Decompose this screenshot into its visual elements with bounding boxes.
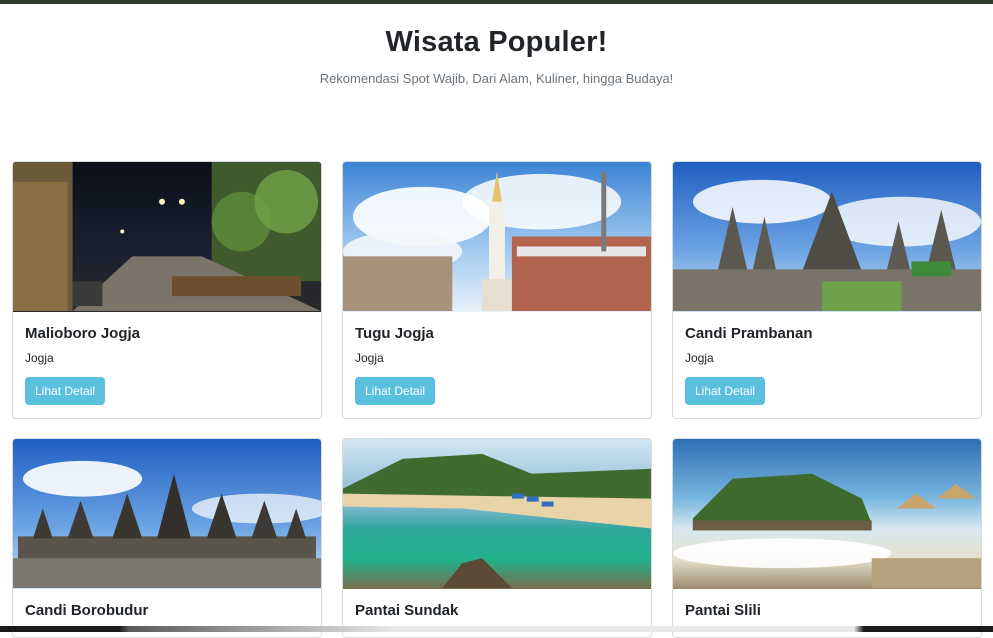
destination-card-slili: Pantai Slili [672, 438, 982, 638]
card-location: Jogja [25, 351, 309, 365]
card-location: Jogja [355, 351, 639, 365]
destination-card-tugu: Tugu Jogja Jogja Lihat Detail [342, 161, 652, 419]
card-image-slili [673, 439, 981, 589]
destination-card-malioboro: Malioboro Jogja Jogja Lihat Detail [12, 161, 322, 419]
card-image-tugu [343, 162, 651, 312]
bottom-edge-strip [0, 626, 993, 632]
top-accent-bar [0, 0, 993, 4]
lihat-detail-button[interactable]: Lihat Detail [685, 377, 765, 405]
page-title: Wisata Populer! [0, 26, 993, 59]
destination-grid: Malioboro Jogja Jogja Lihat Detail Tugu … [12, 161, 984, 632]
destination-card-prambanan: Candi Prambanan Jogja Lihat Detail [672, 161, 982, 419]
card-image-malioboro [13, 162, 321, 312]
card-title: Pantai Sundak [355, 602, 639, 619]
card-title: Malioboro Jogja [25, 325, 309, 342]
destination-card-sundak: Pantai Sundak [342, 438, 652, 638]
lihat-detail-button[interactable]: Lihat Detail [25, 377, 105, 405]
card-title: Candi Borobudur [25, 602, 309, 619]
destination-card-borobudur: Candi Borobudur [12, 438, 322, 638]
page-subtitle: Rekomendasi Spot Wajib, Dari Alam, Kulin… [0, 71, 993, 86]
card-title: Pantai Slili [685, 602, 969, 619]
card-image-borobudur [13, 439, 321, 589]
card-image-prambanan [673, 162, 981, 312]
card-title: Candi Prambanan [685, 325, 969, 342]
card-title: Tugu Jogja [355, 325, 639, 342]
lihat-detail-button[interactable]: Lihat Detail [355, 377, 435, 405]
card-image-sundak [343, 439, 651, 589]
card-location: Jogja [685, 351, 969, 365]
page-header: Wisata Populer! Rekomendasi Spot Wajib, … [0, 26, 993, 86]
